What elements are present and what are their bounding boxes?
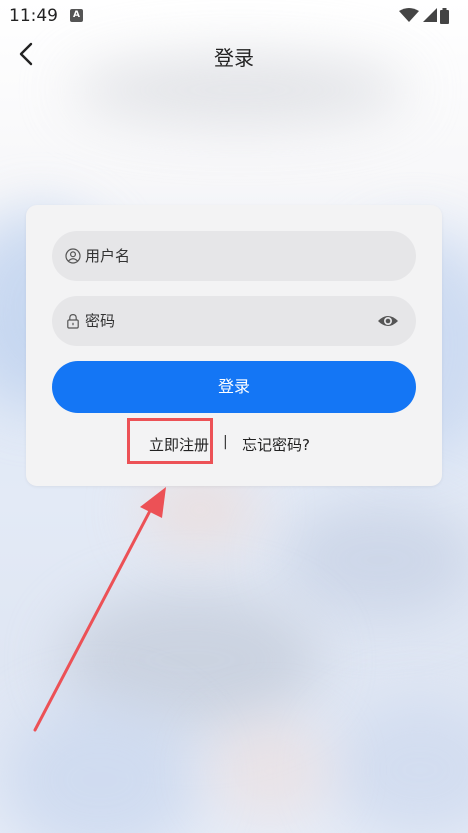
page-title: 登录 xyxy=(214,46,254,70)
notification-a-icon: A xyxy=(70,9,83,22)
password-input[interactable] xyxy=(85,296,355,346)
status-bar: 11:49 A xyxy=(0,0,468,32)
wifi-icon xyxy=(399,8,419,22)
battery-icon xyxy=(440,8,449,24)
top-bar: 登录 xyxy=(0,32,468,78)
auth-links: 立即注册 | 忘记密码? xyxy=(26,427,442,457)
status-time: 11:49 xyxy=(9,6,58,26)
login-card: 登录 立即注册 | 忘记密码? xyxy=(26,205,442,486)
eye-icon[interactable] xyxy=(377,312,399,330)
username-input[interactable] xyxy=(85,231,355,281)
login-button[interactable]: 登录 xyxy=(52,361,416,413)
signal-icon xyxy=(423,8,437,22)
password-field[interactable] xyxy=(52,296,416,346)
link-separator: | xyxy=(223,434,228,450)
username-field[interactable] xyxy=(52,231,416,281)
lock-icon xyxy=(67,313,79,329)
annotation-highlight-box xyxy=(127,418,213,464)
forgot-password-link[interactable]: 忘记密码? xyxy=(242,434,310,455)
user-circle-icon xyxy=(65,248,81,264)
